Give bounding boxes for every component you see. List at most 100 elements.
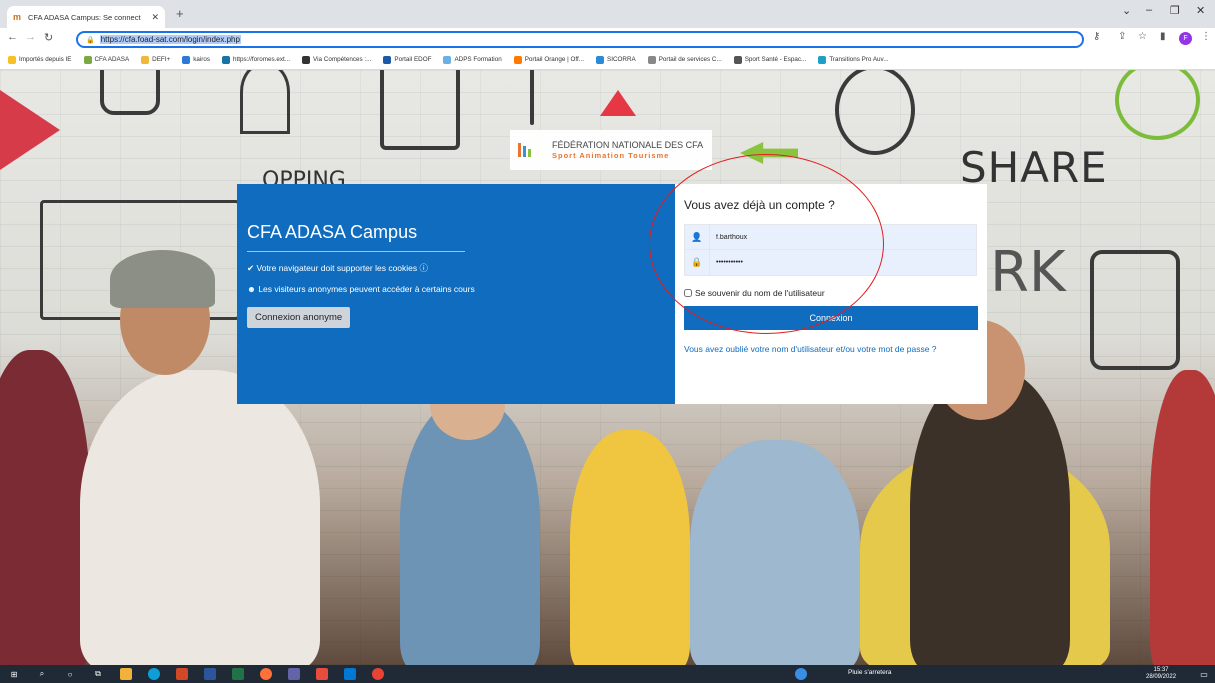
bookmark-label: Portail de services C... <box>658 56 722 63</box>
person-left-edge <box>0 350 90 665</box>
bookmark-item[interactable]: Portail EDOF <box>383 55 432 64</box>
word-icon[interactable] <box>204 668 216 680</box>
line-doodle <box>530 70 534 125</box>
maximize-icon[interactable]: ❐ <box>1170 4 1180 17</box>
guest-notice: ☻ Les visiteurs anonymes peuvent accéder… <box>247 284 475 294</box>
bookmark-label: Importés depuis IE <box>19 56 72 63</box>
fncfa-logo-icon <box>518 143 531 157</box>
key-icon[interactable]: ⚷ <box>1093 31 1100 42</box>
bookmark-item[interactable]: DEFI+ <box>141 55 171 64</box>
bookmark-icon <box>8 55 16 64</box>
profile-avatar[interactable]: F <box>1179 32 1192 45</box>
back-icon[interactable]: ← <box>7 31 18 43</box>
person-yellow-shirt <box>570 430 690 665</box>
bookmark-item[interactable]: Transitions Pro Auv... <box>818 55 888 64</box>
teams-icon[interactable] <box>288 668 300 680</box>
edge-icon[interactable] <box>148 668 160 680</box>
bookmark-label: ADPS Formation <box>454 56 502 63</box>
share-icon[interactable]: ⇪ <box>1118 31 1126 42</box>
lock-icon: 🔒 <box>86 36 95 44</box>
tab-search-icon[interactable]: ⌄ <box>1122 4 1131 17</box>
username-input[interactable] <box>709 225 976 249</box>
outlook-icon[interactable] <box>344 668 356 680</box>
bookmark-label: CFA ADASA <box>94 56 130 63</box>
bookmark-icon <box>141 55 150 64</box>
close-window-icon[interactable]: ✕ <box>1196 4 1205 17</box>
remember-checkbox[interactable] <box>684 289 692 297</box>
powerpoint-icon[interactable] <box>176 668 188 680</box>
address-bar[interactable]: 🔒 https://cfa.foad-sat.com/login/index.p… <box>76 31 1084 48</box>
cortana-icon[interactable]: ○ <box>64 668 76 680</box>
bookmark-icon <box>383 55 392 64</box>
bookmark-item[interactable]: Portail de services C... <box>647 55 722 64</box>
remember-username[interactable]: Se souvenir du nom de l'utilisateur <box>684 288 977 298</box>
login-form-panel: Vous avez déjà un compte ? 👤 🔒 Se souven… <box>675 184 987 404</box>
bookmark-item[interactable]: Via Compétences :... <box>302 55 371 64</box>
menu-icon[interactable]: ⋮ <box>1201 31 1211 42</box>
sidebar-icon[interactable]: ▮ <box>1160 31 1166 42</box>
new-tab-button[interactable]: + <box>176 6 184 21</box>
login-form-title: Vous avez déjà un compte ? <box>684 198 835 212</box>
bookmark-label: Portail EDOF <box>394 56 432 63</box>
weather-icon[interactable] <box>795 668 807 680</box>
bookmark-item[interactable]: ADPS Formation <box>443 55 502 64</box>
login-info-panel: CFA ADASA Campus ✔ Votre navigateur doit… <box>237 184 675 404</box>
forgot-password-link[interactable]: Vous avez oublié votre nom d'utilisateur… <box>684 343 974 355</box>
star-icon[interactable]: ☆ <box>1138 31 1147 42</box>
url-text: https://cfa.foad-sat.com/login/index.php <box>99 35 241 44</box>
system-clock[interactable]: 15:37 28/09/2022 <box>1146 667 1176 681</box>
bookmark-icon <box>182 55 191 64</box>
tab-title: CFA ADASA Campus: Se connect <box>28 12 141 22</box>
password-input[interactable] <box>709 250 976 275</box>
username-row: 👤 <box>684 224 977 250</box>
minimize-icon[interactable]: – <box>1146 4 1152 16</box>
reload-icon[interactable]: ↻ <box>44 31 53 44</box>
bookmark-label: https://foromes.ext... <box>232 56 291 63</box>
lock-icon: 🔒 <box>691 257 703 267</box>
browser-toolbar: ← → ↻ 🔒 https://cfa.foad-sat.com/login/i… <box>0 28 1215 50</box>
work-wall-text: RK <box>990 240 1066 305</box>
excel-icon[interactable] <box>232 668 244 680</box>
bookmark-icon <box>513 55 522 64</box>
beanie-hat <box>110 250 215 308</box>
help-icon[interactable]: ⓘ <box>420 263 429 273</box>
app-icon[interactable] <box>316 668 328 680</box>
red-arrow-doodle <box>600 90 636 116</box>
bookmark-item[interactable]: kairos <box>182 55 210 64</box>
search-icon[interactable]: ⌕ <box>36 668 48 680</box>
cookies-notice: ✔ Votre navigateur doit supporter les co… <box>247 263 429 273</box>
red-triangle-doodle <box>0 90 60 170</box>
bookmark-item[interactable]: Portail Orange | Off... <box>513 55 584 64</box>
tablet-doodle <box>1090 250 1180 370</box>
bookmark-icon <box>647 55 656 64</box>
weather-text[interactable]: Pluie s'arretera <box>848 669 892 676</box>
bookmark-icon <box>443 55 452 64</box>
bookmark-item[interactable]: https://foromes.ext... <box>221 55 291 64</box>
file-explorer-icon[interactable] <box>120 668 132 680</box>
bookmark-item[interactable]: Importés depuis IE <box>8 55 72 64</box>
bookmarks-bar: Importés depuis IE CFA ADASA DEFI+ kairos ht… <box>0 50 1215 70</box>
bookmark-icon <box>733 55 742 64</box>
bookmark-item[interactable]: Sport Santé - Espac... <box>733 55 806 64</box>
bookmark-label: SICORRA <box>607 56 636 63</box>
bookmark-label: Portail Orange | Off... <box>524 56 584 63</box>
firefox-icon[interactable] <box>260 668 272 680</box>
bookmark-icon <box>221 55 230 64</box>
bookmark-label: kairos <box>193 56 210 63</box>
close-tab-icon[interactable]: ✕ <box>151 12 159 23</box>
guest-login-button[interactable]: Connexion anonyme <box>247 307 351 328</box>
chrome-icon[interactable] <box>372 668 384 680</box>
browser-tab-active[interactable]: m CFA ADASA Campus: Se connect ✕ <box>7 6 165 28</box>
bookmark-label: DEFI+ <box>152 56 171 63</box>
windows-start-icon[interactable]: ⊞ <box>8 668 20 680</box>
password-row: 🔒 <box>684 250 977 276</box>
bookmark-item[interactable]: SICORRA <box>596 55 636 64</box>
notifications-icon[interactable]: ▭ <box>1198 668 1210 680</box>
bookmark-icon <box>83 55 92 64</box>
login-button[interactable]: Connexion <box>684 306 978 330</box>
forward-icon[interactable]: → <box>25 31 36 43</box>
bookmark-item[interactable]: CFA ADASA <box>83 55 130 64</box>
check-circle-icon: ✔ <box>247 263 255 273</box>
task-view-icon[interactable]: ⧉ <box>92 668 104 680</box>
moodle-favicon-icon: m <box>13 12 22 22</box>
